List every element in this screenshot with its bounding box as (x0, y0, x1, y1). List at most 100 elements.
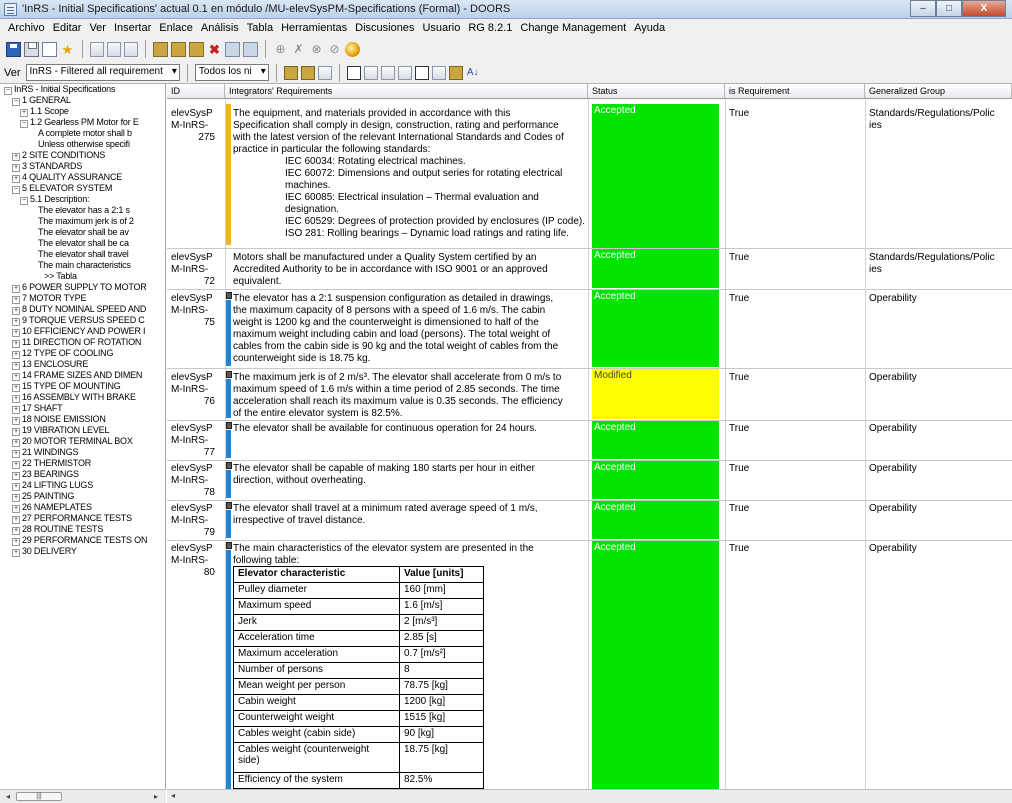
print-icon[interactable] (24, 41, 39, 57)
menu-discusiones[interactable]: Discusiones (351, 22, 418, 34)
is-requirement-cell[interactable]: True (729, 423, 749, 434)
object-id[interactable]: elevSysP M-InRS- 80 (171, 543, 218, 579)
menu-ver[interactable]: Ver (85, 22, 110, 34)
maximize-button[interactable]: □ (936, 0, 962, 17)
tree-item[interactable]: +23 BEARINGS (12, 469, 79, 480)
link-icon[interactable]: ⊕ (273, 42, 288, 57)
tree-item[interactable]: +7 MOTOR TYPE (12, 293, 86, 304)
tree-item[interactable]: +9 TORQUE VERSUS SPEED C (12, 315, 145, 326)
generalized-group-cell[interactable]: Operability (869, 463, 1009, 475)
status-cell[interactable]: Accepted (592, 249, 719, 288)
is-requirement-cell[interactable]: True (729, 372, 749, 383)
column-header-requirements[interactable]: Integrators' Requirements (225, 84, 588, 99)
discussion-icon[interactable] (345, 41, 360, 57)
tree-item[interactable]: +13 ENCLOSURE (12, 359, 88, 370)
merge-icon[interactable] (225, 41, 240, 57)
requirement-text[interactable]: Motors shall be manufactured under a Qua… (233, 252, 585, 288)
is-requirement-cell[interactable]: True (729, 463, 749, 474)
menu-ayuda[interactable]: Ayuda (630, 22, 669, 34)
tree-item[interactable]: The elevator shall be ca (38, 238, 129, 249)
tree-item[interactable]: +11 DIRECTION OF ROTATION (12, 337, 141, 348)
requirement-text[interactable]: The maximum jerk is of 2 m/s³. The eleva… (233, 372, 585, 420)
level-select[interactable]: Todos los ni (194, 64, 269, 81)
chart-icon[interactable] (448, 65, 463, 80)
table-row[interactable]: Cabin weight 1200 [kg] (233, 694, 484, 711)
tree-item[interactable]: +30 DELIVERY (12, 546, 77, 557)
table-row[interactable]: Acceleration time 2.85 [s] (233, 630, 484, 647)
link-end-icon[interactable]: ⊘ (327, 42, 342, 57)
generalized-group-cell[interactable]: Operability (869, 503, 1009, 515)
sort-icon[interactable]: A↓ (466, 66, 480, 80)
tree-item[interactable]: +19 VIBRATION LEVEL (12, 425, 109, 436)
tree-item[interactable]: The elevator has a 2:1 s (38, 205, 130, 216)
tree-item[interactable]: +22 THERMISTOR (12, 458, 91, 469)
status-cell[interactable]: Accepted (592, 421, 719, 459)
status-cell[interactable]: Accepted (592, 541, 719, 789)
object-id[interactable]: elevSysP M-InRS- 72 (171, 252, 218, 288)
object-id[interactable]: elevSysP M-InRS- 77 (171, 423, 218, 459)
tree-item[interactable]: +21 WINDINGS (12, 447, 79, 458)
table-row[interactable]: Maximum acceleration 0.7 [m/s²] (233, 646, 484, 663)
generalized-group-cell[interactable]: Operability (869, 423, 1009, 435)
is-requirement-cell[interactable]: True (729, 108, 749, 119)
view-select[interactable]: InRS - Filtered all requirement (25, 64, 180, 81)
tree-item[interactable]: +18 NOISE EMISSION (12, 414, 106, 425)
table-row[interactable]: Pulley diameter 160 [mm] (233, 582, 484, 599)
requirement-text[interactable]: The elevator shall travel at a minimum r… (233, 503, 585, 527)
requirement-text[interactable]: The elevator has a 2:1 suspension config… (233, 293, 585, 365)
menu-editar[interactable]: Editar (49, 22, 86, 34)
compare-icon[interactable] (380, 65, 395, 80)
tree-item[interactable]: The main characteristics (38, 260, 131, 271)
is-requirement-cell[interactable]: True (729, 543, 749, 554)
table-row[interactable]: Efficiency of the system 82.5% (233, 772, 484, 789)
tree-item[interactable]: −5 ELEVATOR SYSTEM (12, 183, 112, 194)
tree-item[interactable]: The maximum jerk is of 2 (38, 216, 134, 227)
tree-item[interactable]: +12 TYPE OF COOLING (12, 348, 113, 359)
generalized-group-cell[interactable]: Standards/Regulations/Polic ies (869, 252, 1009, 276)
status-cell[interactable]: Accepted (592, 461, 719, 499)
tree-item[interactable]: +2 SITE CONDITIONS (12, 150, 105, 161)
insert-heading-icon[interactable] (153, 41, 168, 57)
tree-item[interactable]: +24 LIFTING LUGS (12, 480, 93, 491)
table-row[interactable]: Number of persons 8 (233, 662, 484, 679)
column-header-status[interactable]: Status (588, 84, 725, 99)
tree-item[interactable]: +29 PERFORMANCE TESTS ON (12, 535, 147, 546)
menu-rg[interactable]: RG 8.2.1 (464, 22, 516, 34)
generalized-group-cell[interactable]: Operability (869, 372, 1009, 384)
status-cell[interactable]: Modified (592, 369, 719, 419)
table-row[interactable]: Cables weight (counterweight side) 18.75 [… (233, 742, 484, 773)
link-start-icon[interactable]: ⊗ (309, 42, 324, 57)
status-cell[interactable]: Accepted (592, 104, 719, 248)
table-row[interactable]: Maximum speed 1.6 [m/s] (233, 598, 484, 615)
save-icon[interactable] (6, 41, 21, 57)
split-icon[interactable] (243, 41, 258, 57)
tree-horizontal-scrollbar[interactable]: ◂ ||| ▸ (0, 789, 166, 803)
tree-item[interactable]: >> Tabla (44, 271, 77, 282)
insert-object-below-icon[interactable] (171, 41, 186, 57)
tree-item[interactable]: +14 FRAME SIZES AND DIMEN (12, 370, 142, 381)
filter-on-icon[interactable] (363, 65, 378, 80)
status-cell[interactable]: Accepted (592, 290, 719, 367)
object-id[interactable]: elevSysP M-InRS- 79 (171, 503, 218, 539)
scroll-left-icon[interactable]: ◂ (171, 791, 175, 800)
tree-item[interactable]: −5.1 Description: (20, 194, 90, 205)
object-id[interactable]: elevSysP M-InRS- 75 (171, 293, 218, 329)
scroll-right-icon[interactable]: ▸ (150, 791, 162, 803)
tree-item[interactable]: +10 EFFICIENCY AND POWER I (12, 326, 146, 337)
indent-icon[interactable] (90, 41, 104, 57)
tree-item[interactable]: −1.2 Gearless PM Motor for E (20, 117, 139, 128)
status-cell[interactable]: Accepted (592, 501, 719, 539)
menu-tabla[interactable]: Tabla (243, 22, 277, 34)
table-row[interactable]: Jerk 2 [m/s³] (233, 614, 484, 631)
minimize-button[interactable]: – (910, 0, 936, 17)
generalized-group-cell[interactable]: Standards/Regulations/Polic ies (869, 108, 1009, 132)
tree-item[interactable]: +15 TYPE OF MOUNTING (12, 381, 121, 392)
main-horizontal-scrollbar[interactable]: ◂ (167, 789, 1012, 803)
requirement-text[interactable]: The elevator shall be capable of making … (233, 463, 585, 487)
tree-item[interactable]: +4 QUALITY ASSURANCE (12, 172, 122, 183)
menu-usuario[interactable]: Usuario (418, 22, 464, 34)
menu-analisis[interactable]: Análisis (197, 22, 243, 34)
tree-item[interactable]: +25 PAINTING (12, 491, 74, 502)
object-id[interactable]: elevSysP M-InRS- 76 (171, 372, 218, 408)
is-requirement-cell[interactable]: True (729, 293, 749, 304)
